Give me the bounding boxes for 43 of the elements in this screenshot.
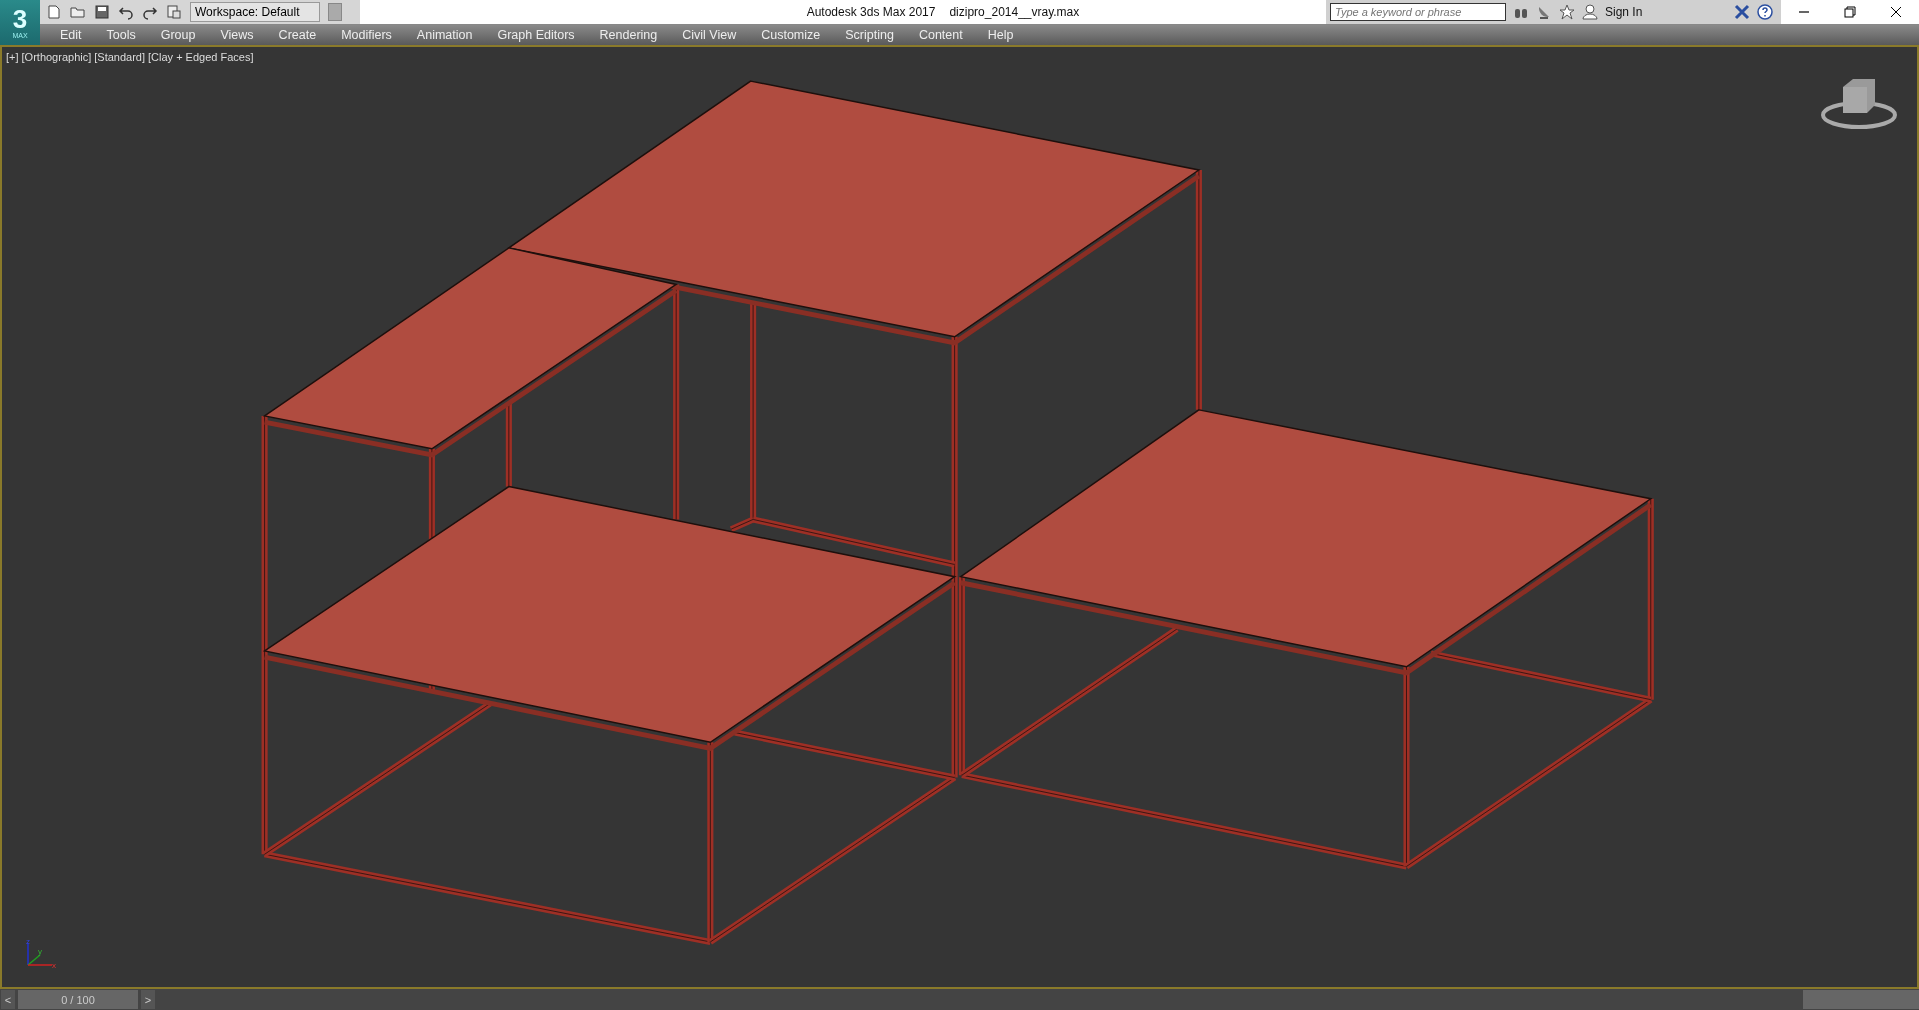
menu-item[interactable]: Content bbox=[906, 28, 976, 42]
menu-item[interactable]: Customize bbox=[749, 28, 834, 42]
viewport[interactable]: [+] [Orthographic] [Standard] [Clay + Edged Faces] z y x bbox=[0, 45, 1919, 989]
star-icon[interactable] bbox=[1559, 4, 1575, 20]
user-icon[interactable] bbox=[1582, 4, 1598, 20]
app-title: Autodesk 3ds Max 2017 bbox=[806, 5, 936, 19]
help-icon[interactable] bbox=[1757, 4, 1773, 20]
restore-icon bbox=[1842, 4, 1858, 20]
workspace-dropdown[interactable]: Workspace: Default bbox=[190, 2, 320, 22]
menu-item[interactable]: Rendering bbox=[587, 28, 671, 42]
viewport-label[interactable]: [Orthographic] bbox=[21, 51, 92, 63]
menu-item[interactable]: Views bbox=[208, 28, 267, 42]
folder-icon[interactable] bbox=[70, 4, 86, 20]
minimize-icon bbox=[1799, 11, 1809, 13]
menu-item[interactable]: Create bbox=[266, 28, 330, 42]
project-icon[interactable] bbox=[166, 4, 182, 20]
undo-icon[interactable] bbox=[118, 4, 134, 20]
menu-item[interactable]: Civil View bbox=[670, 28, 750, 42]
menu-item[interactable]: Graph Editors bbox=[485, 28, 588, 42]
menu-item[interactable]: Tools bbox=[94, 28, 149, 42]
menu-item[interactable]: Modifiers bbox=[329, 28, 405, 42]
redo-icon[interactable] bbox=[142, 4, 158, 20]
file-name: dizipro_2014__vray.max bbox=[949, 5, 1080, 19]
menu-item[interactable]: Group bbox=[148, 28, 209, 42]
satellite-icon[interactable] bbox=[1536, 4, 1552, 20]
close-icon bbox=[1888, 4, 1904, 20]
sign-in-link[interactable]: Sign In bbox=[1605, 5, 1727, 19]
viewport-label[interactable]: [+] bbox=[6, 51, 19, 63]
menu-item[interactable]: Help bbox=[975, 28, 1027, 42]
viewport-label[interactable]: [Standard] bbox=[94, 51, 145, 63]
next-frame-button[interactable]: > bbox=[141, 990, 155, 1009]
menu-item[interactable]: Scripting bbox=[833, 28, 907, 42]
new-file-icon[interactable] bbox=[46, 4, 62, 20]
search-field[interactable]: Type a keyword or phrase bbox=[1330, 3, 1506, 21]
time-slider-thumb[interactable]: 0 / 100 bbox=[18, 990, 138, 1009]
axis-gizmo: z y x bbox=[26, 937, 56, 970]
save-icon[interactable] bbox=[94, 4, 110, 20]
viewport-label[interactable]: [Clay + Edged Faces] bbox=[148, 51, 254, 63]
panel-toggle[interactable] bbox=[1803, 990, 1919, 1009]
previous-frame-button[interactable]: < bbox=[1, 990, 15, 1009]
menu-item[interactable]: Edit bbox=[48, 28, 95, 42]
logo-mark: 3 bbox=[12, 6, 28, 32]
menu-item[interactable]: Animation bbox=[404, 28, 486, 42]
